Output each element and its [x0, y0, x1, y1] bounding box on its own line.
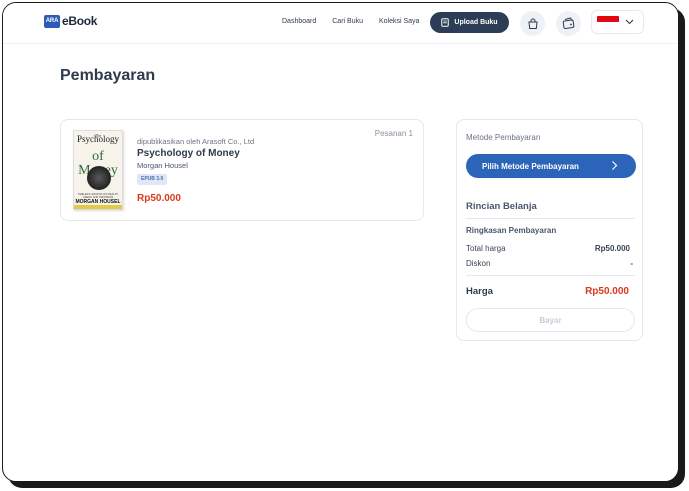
- total-price-value: Rp50.000: [594, 244, 630, 253]
- book-cover[interactable]: The Psychology of Money TIMELESS LESSONS…: [73, 130, 123, 210]
- wallet-button[interactable]: [556, 11, 581, 36]
- logo-text: eBook: [62, 14, 98, 28]
- language-select[interactable]: [591, 10, 644, 34]
- cart-button[interactable]: [520, 11, 545, 36]
- grand-total-value: Rp50.000: [585, 286, 629, 297]
- format-badge: EPUB 3.0: [137, 174, 168, 185]
- shopping-details-title: Rincian Belanja: [466, 201, 537, 212]
- choose-payment-method-button[interactable]: Pilih Metode Pembayaran: [466, 154, 636, 178]
- upload-book-button[interactable]: Upload Buku: [430, 12, 509, 33]
- upload-book-label: Upload Buku: [454, 19, 498, 26]
- divider: [466, 275, 635, 276]
- discount-value: -: [630, 259, 633, 268]
- logo-mark: ARA: [44, 14, 60, 28]
- choose-payment-method-label: Pilih Metode Pembayaran: [482, 161, 579, 171]
- nav-dashboard[interactable]: Dashboard: [282, 18, 316, 25]
- cover-line1: Psychology: [76, 134, 119, 144]
- wallet-icon: [562, 17, 575, 29]
- book-author: Morgan Housel: [137, 161, 188, 170]
- discount-label: Diskon: [466, 259, 491, 268]
- payment-panel: Metode Pembayaran Pilih Metode Pembayara…: [456, 119, 643, 341]
- cover-art: [87, 166, 111, 190]
- order-card: Pesanan 1 The Psychology of Money TIMELE…: [60, 119, 424, 221]
- page-title: Pembayaran: [60, 67, 156, 84]
- nav-koleksi-saya[interactable]: Koleksi Saya: [379, 18, 419, 25]
- pay-button[interactable]: Bayar: [466, 308, 635, 332]
- nav-cari-buku[interactable]: Cari Buku: [332, 18, 363, 25]
- app-window: ARA eBook Dashboard Cari Buku Koleksi Sa…: [2, 2, 679, 482]
- chevron-down-icon: [625, 19, 634, 25]
- publisher-text: dipublikasikan oleh Arasoft Co., Ltd: [137, 137, 255, 146]
- payment-summary-title: Ringkasan Pembayaran: [466, 226, 557, 235]
- book-price: Rp50.000: [137, 193, 181, 204]
- top-header: ARA eBook Dashboard Cari Buku Koleksi Sa…: [3, 3, 678, 44]
- grand-total-label: Harga: [466, 286, 493, 297]
- book-icon: [441, 18, 450, 27]
- shopping-bag-icon: [527, 18, 538, 29]
- chevron-right-icon: [612, 161, 618, 170]
- app-logo[interactable]: ARA eBook: [44, 14, 97, 28]
- divider: [466, 218, 635, 219]
- main-nav: Dashboard Cari Buku Koleksi Saya: [282, 18, 419, 25]
- indonesia-flag-icon: [597, 15, 619, 29]
- cover-bar: [74, 205, 122, 209]
- payment-method-label: Metode Pembayaran: [466, 133, 541, 142]
- order-number: Pesanan 1: [374, 129, 413, 138]
- total-price-label: Total harga: [466, 244, 506, 253]
- book-title: Psychology of Money: [137, 148, 240, 159]
